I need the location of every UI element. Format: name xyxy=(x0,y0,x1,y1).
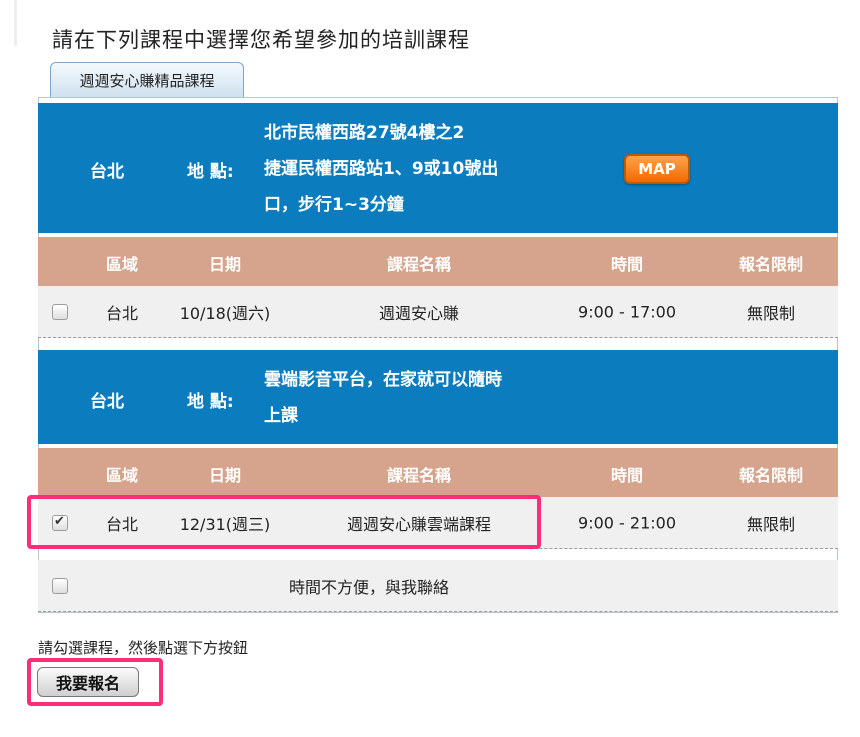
header-date: 日期 xyxy=(208,466,242,485)
header-limit: 報名限制 xyxy=(738,255,804,274)
header-course-name: 課程名稱 xyxy=(386,255,452,274)
course-checkbox[interactable] xyxy=(52,303,68,320)
header-region: 區域 xyxy=(105,255,139,274)
row-time: 9:00 - 21:00 xyxy=(578,513,676,532)
address-line: 雲端影音平台，在家就可以隨時 xyxy=(264,370,502,390)
location-bar-1: 台北 地 點: 北市民權西路27號4樓之2 捷運民權西路站1、9或10號出 口，… xyxy=(38,103,838,233)
tab-course-category[interactable]: 週週安心賺精品課程 xyxy=(50,62,244,98)
table-row: 台北 10/18(週六) 週週安心賺 9:00 - 17:00 無限制 xyxy=(38,286,838,338)
header-course-name: 課程名稱 xyxy=(386,466,452,485)
address-line: 捷運民權西路站1、9或10號出 xyxy=(264,159,499,179)
instruction-text: 請勾選課程，然後點選下方按鈕 xyxy=(38,639,249,657)
highlight-register-button xyxy=(27,658,163,706)
address-line: 北市民權西路27號4樓之2 xyxy=(264,123,465,143)
row-region: 台北 xyxy=(105,303,139,323)
location-city: 台北 xyxy=(90,162,124,182)
highlight-selected-row xyxy=(27,495,541,549)
map-button-label: MAP xyxy=(638,160,676,178)
location-bar-2: 台北 地 點: 雲端影音平台，在家就可以隨時 上課 xyxy=(38,350,838,444)
map-button[interactable]: MAP xyxy=(624,154,690,184)
location-city: 台北 xyxy=(90,392,124,412)
row-limit: 無限制 xyxy=(746,514,796,534)
address-label: 地 點: xyxy=(187,162,234,182)
tab-label: 週週安心賺精品課程 xyxy=(79,72,215,90)
row-course-name: 週週安心賺 xyxy=(378,303,460,323)
row-date: 10/18(週六) xyxy=(179,303,271,323)
row-time: 9:00 - 17:00 xyxy=(578,302,676,321)
page-title: 請在下列課程中選擇您希望參加的培訓課程 xyxy=(52,28,470,52)
address-text: 北市民權西路27號4樓之2 捷運民權西路站1、9或10號出 口，步行1~3分鐘 xyxy=(264,115,564,223)
header-date: 日期 xyxy=(208,255,242,274)
table-header-1: 區域 日期 課程名稱 時間 報名限制 xyxy=(38,237,838,289)
contact-row-label: 時間不方便，與我聯絡 xyxy=(288,577,450,597)
row-limit: 無限制 xyxy=(746,303,796,323)
address-line: 口，步行1~3分鐘 xyxy=(264,195,404,215)
contact-checkbox[interactable] xyxy=(52,577,68,594)
header-limit: 報名限制 xyxy=(738,466,804,485)
address-label: 地 點: xyxy=(187,392,234,412)
header-region: 區域 xyxy=(105,466,139,485)
contact-row: 時間不方便，與我聯絡 xyxy=(38,560,838,612)
address-line: 上課 xyxy=(264,406,298,426)
header-time: 時間 xyxy=(610,466,644,485)
table-header-2: 區域 日期 課程名稱 時間 報名限制 xyxy=(38,448,838,500)
address-text: 雲端影音平台，在家就可以隨時 上課 xyxy=(264,362,564,434)
left-rule xyxy=(14,0,17,46)
header-time: 時間 xyxy=(610,255,644,274)
